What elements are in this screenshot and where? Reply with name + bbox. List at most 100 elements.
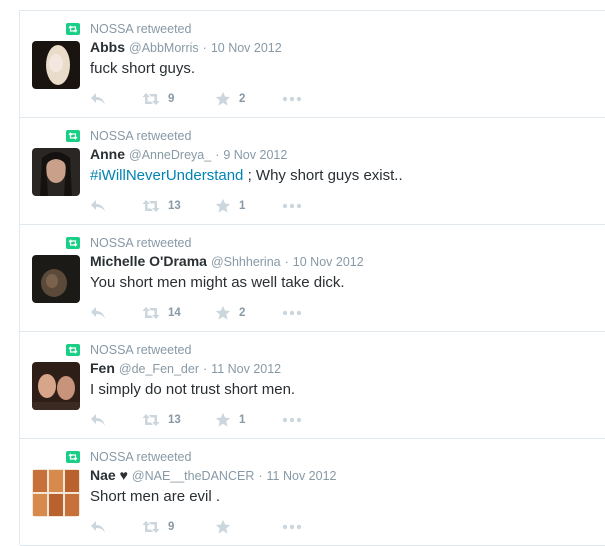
tweet-text-body: You short men might as well take dick.	[90, 274, 345, 291]
author-name[interactable]: Abbs	[90, 39, 125, 55]
author-handle[interactable]: @NAE__theDANCER	[132, 469, 254, 483]
retweet-icon	[142, 307, 160, 319]
favorite-button[interactable]: 1	[215, 412, 282, 428]
tweet-timestamp[interactable]: 11 Nov 2012	[211, 362, 281, 376]
tweet-item[interactable]: NOSSA retweeted Fen @de_Fen_der · 11 Nov…	[20, 332, 605, 439]
avatar[interactable]	[32, 41, 80, 89]
more-dots-icon	[282, 417, 302, 423]
retweet-count: 9	[168, 93, 175, 105]
author-handle[interactable]: @de_Fen_der	[119, 362, 199, 376]
tweet-item[interactable]: NOSSA retweeted Nae ♥ @NAE__theDANCER · …	[20, 439, 605, 546]
more-options-button[interactable]	[282, 96, 302, 102]
tweet-text-body: fuck short guys.	[90, 60, 196, 77]
tweet-item[interactable]: NOSSA retweeted Michelle O'Drama @Shhher…	[20, 225, 605, 332]
more-options-button[interactable]	[282, 203, 302, 209]
author-name[interactable]: Fen	[90, 360, 115, 376]
retweeted-by-label: NOSSA retweeted	[90, 236, 192, 250]
tweet-timestamp[interactable]: 10 Nov 2012	[211, 41, 282, 55]
reply-button[interactable]	[90, 199, 142, 213]
tweet-timestamp[interactable]: 10 Nov 2012	[293, 255, 364, 269]
author-handle[interactable]: @AbbMorris	[129, 41, 199, 55]
author-name[interactable]: Michelle O'Drama	[90, 253, 207, 269]
retweet-context[interactable]: NOSSA retweeted	[66, 342, 191, 358]
favorite-count: 2	[239, 307, 246, 319]
header-separator: ·	[284, 255, 289, 269]
retweet-button[interactable]: 14	[142, 306, 215, 320]
retweet-button[interactable]: 13	[142, 413, 215, 427]
tweet-actions: 9	[90, 519, 302, 535]
reply-button[interactable]	[90, 306, 142, 320]
favorite-button[interactable]: 2	[215, 305, 282, 321]
avatar[interactable]	[32, 469, 80, 517]
retweet-icon	[142, 200, 160, 212]
retweet-context[interactable]: NOSSA retweeted	[66, 235, 191, 251]
tweet-text: fuck short guys.	[90, 60, 195, 77]
favorite-button[interactable]: 2	[215, 91, 282, 107]
tweet-text: #iWillNeverUnderstand ; Why short guys e…	[90, 167, 403, 184]
tweet-actions: 14 2	[90, 305, 302, 321]
retweet-badge-icon	[66, 23, 80, 35]
tweet-actions: 13 1	[90, 412, 302, 428]
retweet-context[interactable]: NOSSA retweeted	[66, 21, 191, 37]
tweet-text: You short men might as well take dick.	[90, 274, 345, 291]
header-separator: ·	[258, 469, 263, 483]
more-dots-icon	[282, 203, 302, 209]
retweet-count: 14	[168, 307, 181, 319]
more-dots-icon	[282, 310, 302, 316]
author-handle[interactable]: @AnneDreya_	[129, 148, 211, 162]
more-options-button[interactable]	[282, 310, 302, 316]
retweet-count: 13	[168, 200, 181, 212]
tweet-item[interactable]: NOSSA retweeted Abbs @AbbMorris · 10 Nov…	[20, 11, 605, 118]
reply-button[interactable]	[90, 520, 142, 534]
favorite-button[interactable]: 1	[215, 198, 282, 214]
tweet-text-body: ; Why short guys exist..	[243, 167, 403, 184]
tweet-header: Abbs @AbbMorris · 10 Nov 2012	[90, 39, 282, 57]
retweet-button[interactable]: 13	[142, 199, 215, 213]
reply-icon	[91, 93, 105, 105]
tweet-actions: 13 1	[90, 198, 302, 214]
tweet-timestamp[interactable]: 9 Nov 2012	[223, 148, 287, 162]
favorite-star-icon	[215, 198, 231, 213]
tweet-text-body: I simply do not trust short men.	[90, 381, 296, 398]
avatar[interactable]	[32, 362, 80, 410]
hashtag-link[interactable]: #iWillNeverUnderstand	[90, 167, 243, 184]
avatar[interactable]	[32, 148, 80, 196]
author-handle[interactable]: @Shhherina	[211, 255, 281, 269]
retweet-button[interactable]: 9	[142, 520, 215, 534]
reply-icon	[91, 414, 105, 426]
retweet-button[interactable]: 9	[142, 92, 215, 106]
more-options-button[interactable]	[282, 524, 302, 530]
author-name[interactable]: Nae ♥	[90, 467, 128, 483]
tweet-timestamp[interactable]: 11 Nov 2012	[267, 469, 337, 483]
more-options-button[interactable]	[282, 417, 302, 423]
author-name[interactable]: Anne	[90, 146, 125, 162]
reply-button[interactable]	[90, 413, 142, 427]
retweeted-by-label: NOSSA retweeted	[90, 450, 192, 464]
retweeted-by-label: NOSSA retweeted	[90, 22, 192, 36]
retweet-icon	[142, 414, 160, 426]
header-separator: ·	[202, 41, 207, 55]
favorite-star-icon	[215, 91, 231, 106]
tweet-header: Nae ♥ @NAE__theDANCER · 11 Nov 2012	[90, 467, 337, 485]
retweet-count: 13	[168, 414, 181, 426]
favorite-star-icon	[215, 412, 231, 427]
tweet-text: I simply do not trust short men.	[90, 381, 295, 398]
avatar[interactable]	[32, 255, 80, 303]
retweet-context[interactable]: NOSSA retweeted	[66, 449, 191, 465]
tweet-header: Anne @AnneDreya_ · 9 Nov 2012	[90, 146, 287, 164]
reply-button[interactable]	[90, 92, 142, 106]
tweet-actions: 9 2	[90, 91, 302, 107]
retweet-icon	[142, 93, 160, 105]
retweeted-by-label: NOSSA retweeted	[90, 343, 192, 357]
tweet-item[interactable]: NOSSA retweeted Anne @AnneDreya_ · 9 Nov…	[20, 118, 605, 225]
retweet-count: 9	[168, 521, 175, 533]
favorite-button[interactable]	[215, 519, 282, 535]
favorite-star-icon	[215, 519, 231, 534]
header-separator: ·	[215, 148, 220, 162]
tweet-text: Short men are evil .	[90, 488, 220, 505]
retweet-context[interactable]: NOSSA retweeted	[66, 128, 191, 144]
retweeted-by-label: NOSSA retweeted	[90, 129, 192, 143]
retweet-badge-icon	[66, 237, 80, 249]
retweet-icon	[142, 521, 160, 533]
favorite-count: 1	[239, 200, 246, 212]
